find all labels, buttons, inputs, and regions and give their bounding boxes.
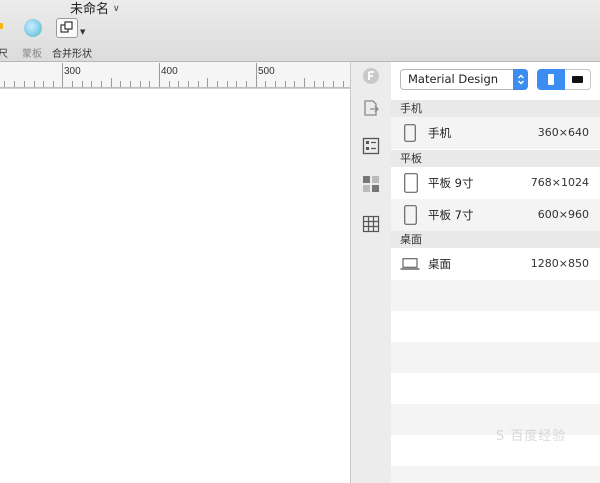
device-presets-panel: Material Design 手机 手机 360×640 平板 平板 9寸 7… [391, 62, 600, 483]
empty-row [391, 342, 600, 373]
device-row-phone[interactable]: 手机 360×640 [391, 117, 600, 149]
inspector-tab-strip [350, 62, 392, 483]
group-header-phone: 手机 [391, 100, 600, 117]
device-size: 1280×850 [530, 257, 589, 270]
tablet-icon [404, 173, 418, 193]
device-row-tablet-9[interactable]: 平板 9寸 768×1024 [391, 167, 600, 199]
device-name: 桌面 [428, 257, 451, 271]
ruler-icon [0, 23, 3, 29]
mask-icon [24, 19, 42, 37]
export-tab-icon[interactable] [361, 98, 381, 118]
portrait-orientation-button[interactable] [537, 69, 565, 90]
grid-tab-icon[interactable] [361, 214, 381, 234]
empty-row [391, 280, 600, 311]
laptop-icon [400, 258, 420, 270]
device-name: 平板 7寸 [428, 208, 474, 222]
empty-row [391, 466, 600, 483]
landscape-orientation-button[interactable] [565, 69, 591, 90]
device-row-tablet-7[interactable]: 平板 7寸 600×960 [391, 199, 600, 231]
phone-icon [404, 124, 416, 142]
device-size: 360×640 [537, 126, 589, 139]
landscape-icon [572, 76, 583, 83]
select-stepper-icon [513, 69, 528, 90]
portrait-icon [548, 74, 554, 85]
combine-shapes-label: 合并形状 [52, 49, 92, 60]
ruler-tick-label: 400 [161, 66, 178, 77]
ruler-tick-label: 300 [64, 66, 81, 77]
ruler-tick-label: 500 [258, 66, 275, 77]
tablet-icon [404, 205, 417, 225]
chevron-down-icon: ∨ [113, 3, 120, 14]
group-header-tablet: 平板 [391, 150, 600, 167]
components-tab-icon[interactable] [361, 174, 381, 194]
horizontal-ruler[interactable]: 300 400 500 [0, 62, 350, 89]
dropdown-caret-icon: ▼ [80, 28, 86, 36]
device-name: 手机 [428, 126, 451, 140]
ruler-label: 标尺 [0, 49, 8, 60]
presets-tab-icon[interactable] [361, 66, 381, 86]
preset-select[interactable]: Material Design [400, 69, 528, 90]
watermark: S 百度经验 [496, 429, 567, 444]
toolbar: 未命名 ∨ 标尺 蒙板 ▼ 合并形状 [0, 0, 600, 62]
properties-tab-icon[interactable] [361, 136, 381, 156]
device-row-desktop[interactable]: 桌面 1280×850 [391, 248, 600, 280]
document-title: 未命名 [70, 2, 110, 17]
device-name: 平板 9寸 [428, 176, 474, 190]
device-size: 600×960 [537, 208, 589, 221]
combine-shapes-icon [56, 18, 78, 38]
artboard-canvas[interactable] [0, 89, 350, 483]
document-title-menu[interactable]: 未命名 ∨ [70, 0, 120, 17]
device-size: 768×1024 [530, 176, 589, 189]
group-header-desktop: 桌面 [391, 231, 600, 248]
preset-select-value: Material Design [408, 72, 499, 86]
mask-label: 蒙板 [22, 49, 42, 60]
